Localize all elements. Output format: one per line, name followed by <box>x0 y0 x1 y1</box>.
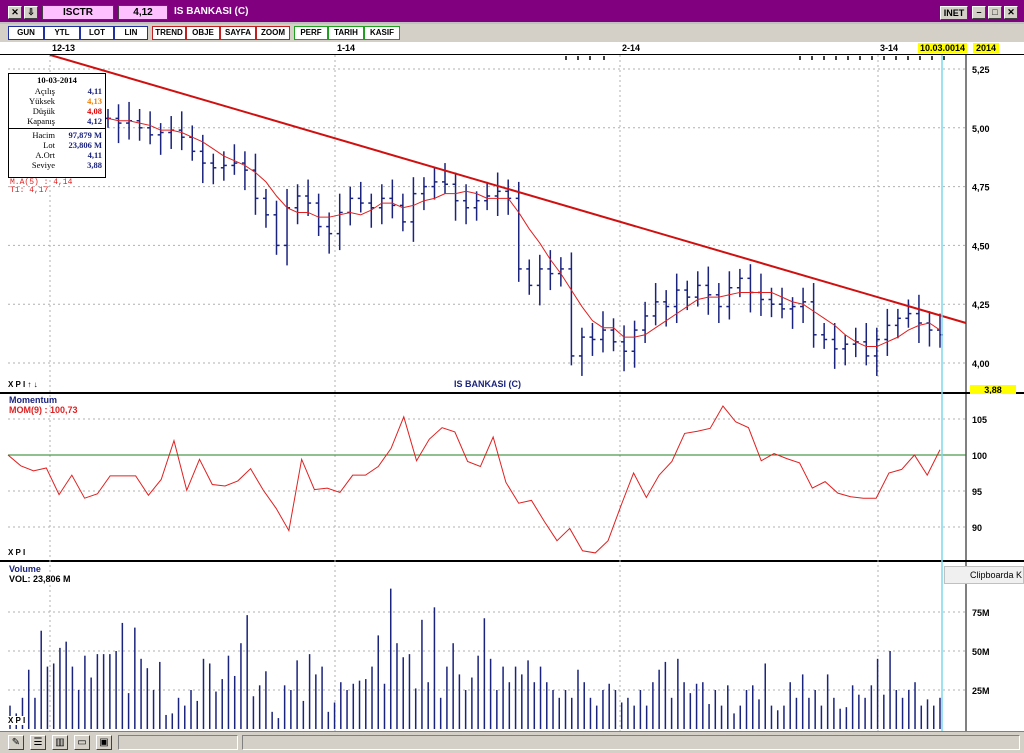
price-panel-title: IS BANKASI (C) <box>454 379 521 389</box>
volume-title: Volume <box>9 564 41 574</box>
aort-value: 4,11 <box>87 150 102 160</box>
chart-icon[interactable]: ▥ <box>52 735 68 750</box>
minimize-icon[interactable]: – <box>972 6 986 19</box>
level-badge: 3,88 <box>970 385 1016 394</box>
tarih-button[interactable]: TARIH <box>328 26 364 40</box>
volume-tick-label: 50M <box>972 647 990 657</box>
acilis-value: 4,11 <box>87 86 102 96</box>
info-divider <box>9 128 105 129</box>
date-label-1-14: 1-14 <box>337 43 356 53</box>
yuksek-label: Yüksek <box>29 96 55 106</box>
momentum-title: Momentum <box>9 395 57 405</box>
date-label-12-13: 12-13 <box>52 43 76 53</box>
status-bar: ✎ ☰ ▥ ▭ ▣ <box>0 731 1024 753</box>
title-bar: ✕ ⇩ ISCTR 4,12 IS BANKASI (C) INET – □ ✕ <box>0 0 1024 24</box>
toolbar: GUN YTL LOT LIN TREND OBJE SAYFA ZOOM PE… <box>0 24 1024 62</box>
momentum-tick-label: 95 <box>972 487 982 497</box>
t1-overlay-label: T1: 4,17 <box>10 186 49 195</box>
obje-button[interactable]: OBJE <box>186 26 220 40</box>
yuksek-value: 4,13 <box>87 96 102 106</box>
momentum-panel-controls[interactable]: X P I <box>8 548 26 557</box>
volume-tick-label: 25M <box>972 686 990 696</box>
momentum-tick-label: 90 <box>972 523 982 533</box>
price-tick-label: 5,25 <box>972 65 990 75</box>
acilis-label: Açılış <box>34 86 55 96</box>
aort-label: A.Ort <box>35 150 55 160</box>
price-field: 4,12 <box>118 5 168 20</box>
kapanis-value: 4,12 <box>87 116 102 126</box>
price-panel-controls[interactable]: X P I ↑ ↓ <box>8 380 38 389</box>
chart-area: 5,25 5,00 4,75 4,50 4,25 4,00 105 100 95 90 75M 50M… <box>0 55 1024 731</box>
date-axis: 12-13 1-14 2-14 3-14 10.03.0014 2014 <box>0 42 1024 55</box>
momentum-tick-label: 100 <box>972 451 987 461</box>
momentum-line <box>7 405 941 554</box>
pencil-icon[interactable]: ✎ <box>8 735 24 750</box>
dusuk-label: Düşük <box>32 106 55 116</box>
trend-button[interactable]: TREND <box>152 26 186 40</box>
symbol-field[interactable]: ISCTR <box>42 5 114 20</box>
maximize-icon[interactable]: □ <box>988 6 1002 19</box>
kasif-button[interactable]: KASIF <box>364 26 400 40</box>
status-field-1 <box>118 735 238 750</box>
current-date-badge: 10.03.0014 <box>918 43 968 53</box>
volume-panel-controls[interactable]: X P I <box>8 716 26 725</box>
price-tick-label: 4,25 <box>972 300 990 310</box>
lot-button[interactable]: LOT <box>80 26 114 40</box>
gun-button[interactable]: GUN <box>8 26 44 40</box>
momentum-tick-label: 105 <box>972 415 987 425</box>
volume-tick-label: 75M <box>972 608 990 618</box>
ytl-button[interactable]: YTL <box>44 26 80 40</box>
arrow-down-icon[interactable]: ⇩ <box>24 6 38 19</box>
hacim-label: Hacim <box>32 130 55 140</box>
seviye-value: 3,88 <box>87 160 102 170</box>
lot-value: 23,806 M <box>68 140 102 150</box>
list-icon[interactable]: ☰ <box>30 735 46 750</box>
trend-line <box>49 55 967 324</box>
price-tick-label: 4,75 <box>972 183 990 193</box>
date-label-3-14: 3-14 <box>880 43 899 53</box>
kapanis-label: Kapanış <box>27 116 55 126</box>
ma-line <box>107 117 941 348</box>
momentum-value: MOM(9) : 100,73 <box>9 405 78 415</box>
year-badge: 2014 <box>973 43 1000 53</box>
price-tick-label: 5,00 <box>972 124 990 134</box>
lin-button[interactable]: LIN <box>114 26 148 40</box>
seviye-label: Seviye <box>31 160 55 170</box>
sayfa-button[interactable]: SAYFA <box>220 26 256 40</box>
date-label-2-14: 2-14 <box>622 43 641 53</box>
save-icon[interactable]: ▣ <box>96 735 112 750</box>
lot-label: Lot <box>43 140 55 150</box>
status-field-2 <box>242 735 1020 750</box>
perf-button[interactable]: PERF <box>294 26 328 40</box>
chart-svg: 5,25 5,00 4,75 4,50 4,25 4,00 105 100 95 90 75M 50M… <box>0 55 1024 731</box>
price-tick-label: 4,50 <box>972 241 990 251</box>
window-title: IS BANKASI (C) <box>174 6 249 17</box>
volume-value: VOL: 23,806 M <box>9 574 71 584</box>
dusuk-value: 4,08 <box>87 106 102 116</box>
price-tick-label: 4,00 <box>972 359 990 369</box>
info-date: 10-03-2014 <box>37 75 77 85</box>
inet-button[interactable]: INET <box>940 6 968 20</box>
clipboard-tooltip: Clipboarda K <box>944 566 1024 584</box>
close-icon[interactable]: ✕ <box>8 6 22 19</box>
folder-icon[interactable]: ▭ <box>74 735 90 750</box>
ohlc-info-box: 10-03-2014 Açılış 4,11 Yüksek 4,13 Düşük 4,… <box>8 73 106 178</box>
hacim-value: 97,879 M <box>68 130 102 140</box>
window-close-icon[interactable]: ✕ <box>1004 6 1018 19</box>
zoom-button[interactable]: ZOOM <box>256 26 290 40</box>
